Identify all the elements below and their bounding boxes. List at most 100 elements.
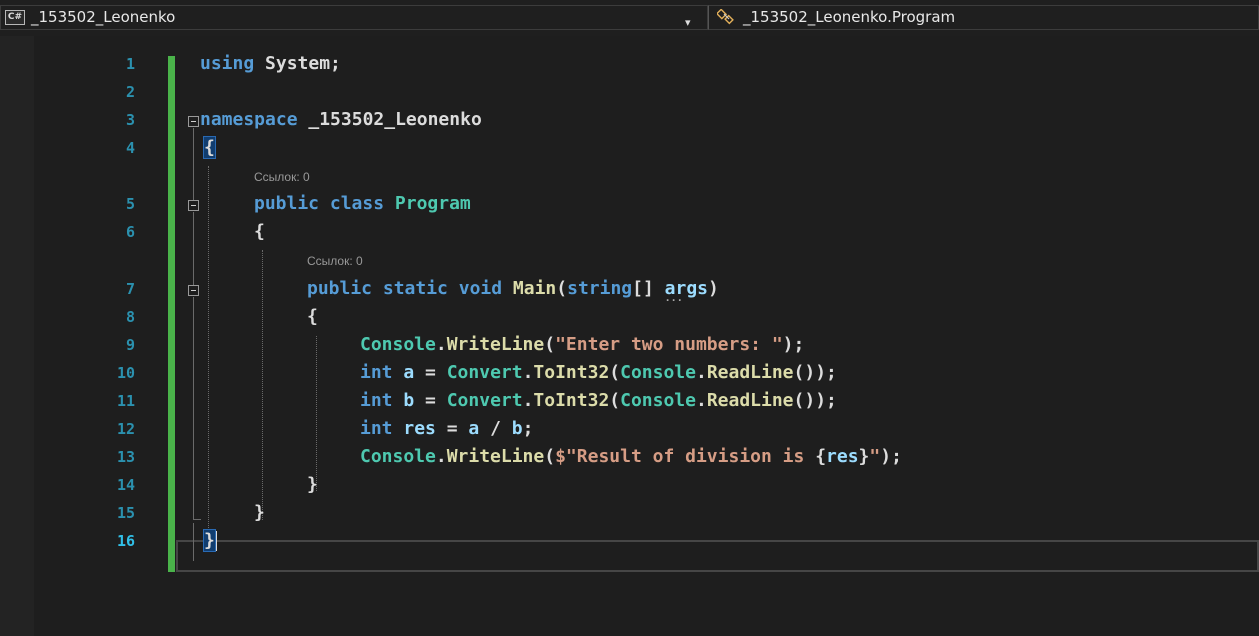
- code-token: using: [200, 53, 255, 74]
- references-codelens[interactable]: Ссылок: 0: [254, 170, 310, 184]
- change-tracking-bar: [168, 56, 175, 572]
- code-token: $"Result of division is: [555, 446, 816, 467]
- code-token: }: [254, 502, 265, 523]
- code-token: Main: [502, 278, 557, 299]
- code-token: =: [435, 418, 469, 439]
- collapse-icon[interactable]: [188, 200, 199, 211]
- indent-guide: [316, 336, 317, 491]
- code-token: ReadLine: [706, 390, 794, 411]
- code-line: Console.WriteLine("Enter two numbers: ")…: [360, 335, 804, 355]
- code-token: int: [360, 362, 393, 383]
- line-number: 7: [125, 280, 135, 298]
- code-token: []: [632, 278, 665, 299]
- code-token: }: [858, 446, 870, 467]
- code-token: public: [307, 278, 373, 299]
- code-token: Program: [384, 193, 471, 214]
- chevron-down-icon[interactable]: ▾: [685, 11, 691, 34]
- code-token: {: [815, 446, 827, 467]
- code-token: int: [360, 418, 393, 439]
- line-number: 10: [116, 364, 135, 382]
- code-token: );: [880, 446, 902, 467]
- code-token: Console: [360, 446, 436, 467]
- navigation-bar: C# _153502_Leonenko ▾ _153502_Leonenko.P…: [0, 0, 1259, 36]
- line-number: 8: [125, 308, 135, 326]
- code-token: /: [479, 418, 512, 439]
- code-token: Console: [620, 390, 696, 411]
- code-token: System;: [254, 53, 341, 74]
- code-token: namespace: [200, 109, 298, 130]
- code-line: Console.WriteLine($"Result of division i…: [360, 447, 902, 467]
- indicator-margin: [0, 36, 34, 636]
- code-token: Console: [620, 362, 696, 383]
- code-token: ;: [522, 418, 534, 439]
- line-number: 4: [125, 139, 135, 157]
- line-number: 3: [125, 111, 135, 129]
- line-number: 14: [116, 476, 135, 494]
- code-line: public class Program: [254, 194, 471, 214]
- indent-guide: [208, 166, 209, 546]
- collapse-icon[interactable]: [188, 285, 199, 296]
- line-number: 2: [125, 83, 135, 101]
- code-token: int: [360, 390, 393, 411]
- type-dropdown[interactable]: _153502_Leonenko.Program: [708, 5, 1259, 30]
- code-token: (: [609, 390, 621, 411]
- code-token: ToInt32: [533, 362, 610, 383]
- code-token: (: [544, 446, 556, 467]
- code-token: public: [254, 193, 320, 214]
- code-token: Convert: [446, 362, 523, 383]
- csharp-project-icon: C#: [5, 10, 25, 25]
- indent-guide: [262, 250, 263, 520]
- code-token: =: [414, 390, 447, 411]
- code-token: Convert: [446, 390, 523, 411]
- code-token: WriteLine: [446, 446, 545, 467]
- code-token: res: [826, 446, 859, 467]
- code-line: }: [307, 475, 318, 495]
- code-token: (: [609, 362, 621, 383]
- project-name: _153502_Leonenko: [31, 8, 176, 26]
- line-number: 9: [125, 336, 135, 354]
- code-line: int a = Convert.ToInt32(Console.ReadLine…: [360, 363, 837, 383]
- code-token: (: [544, 334, 556, 355]
- line-number-current: 16: [116, 532, 135, 550]
- collapse-icon[interactable]: [188, 116, 199, 127]
- code-token: a: [468, 418, 480, 439]
- code-token: string: [567, 278, 633, 299]
- code-token: .: [522, 362, 534, 383]
- code-token: Console: [360, 334, 436, 355]
- matched-brace: {: [203, 136, 216, 159]
- outline-line: [193, 297, 194, 519]
- outline-line: [193, 128, 194, 200]
- code-token: (: [556, 278, 568, 299]
- code-line: {: [254, 222, 265, 242]
- code-editor[interactable]: 1 2 3 4 5 6 7 8 9 10 11 12 13 14 15 16 С…: [0, 36, 1259, 636]
- outline-line: [193, 212, 194, 285]
- code-token: ": [869, 446, 881, 467]
- code-token: res: [392, 418, 436, 439]
- code-token: ToInt32: [533, 390, 610, 411]
- outline-tick: [193, 519, 201, 520]
- line-number: 12: [116, 420, 135, 438]
- line-number: 11: [116, 392, 135, 410]
- code-line: {: [203, 136, 216, 159]
- code-token: static: [372, 278, 448, 299]
- line-number: 6: [125, 223, 135, 241]
- code-line: namespace _153502_Leonenko: [200, 110, 482, 130]
- current-line-highlight: [176, 540, 1259, 572]
- code-token: }: [307, 474, 318, 495]
- code-token: ());: [793, 390, 837, 411]
- line-number: 15: [116, 504, 135, 522]
- code-token: ): [708, 278, 719, 299]
- code-token: "Enter two numbers: ": [555, 334, 783, 355]
- code-token: a: [392, 362, 415, 383]
- line-number: 13: [116, 448, 135, 466]
- code-token: b: [392, 390, 415, 411]
- code-token: =: [414, 362, 447, 383]
- code-token: WriteLine: [446, 334, 545, 355]
- class-icon: [717, 9, 734, 25]
- references-codelens[interactable]: Ссылок: 0: [307, 254, 363, 268]
- code-line: using System;: [200, 54, 341, 74]
- code-token: ());: [793, 362, 837, 383]
- code-token: b: [511, 418, 523, 439]
- project-dropdown[interactable]: C# _153502_Leonenko ▾: [0, 5, 708, 30]
- matched-brace: }: [203, 529, 216, 552]
